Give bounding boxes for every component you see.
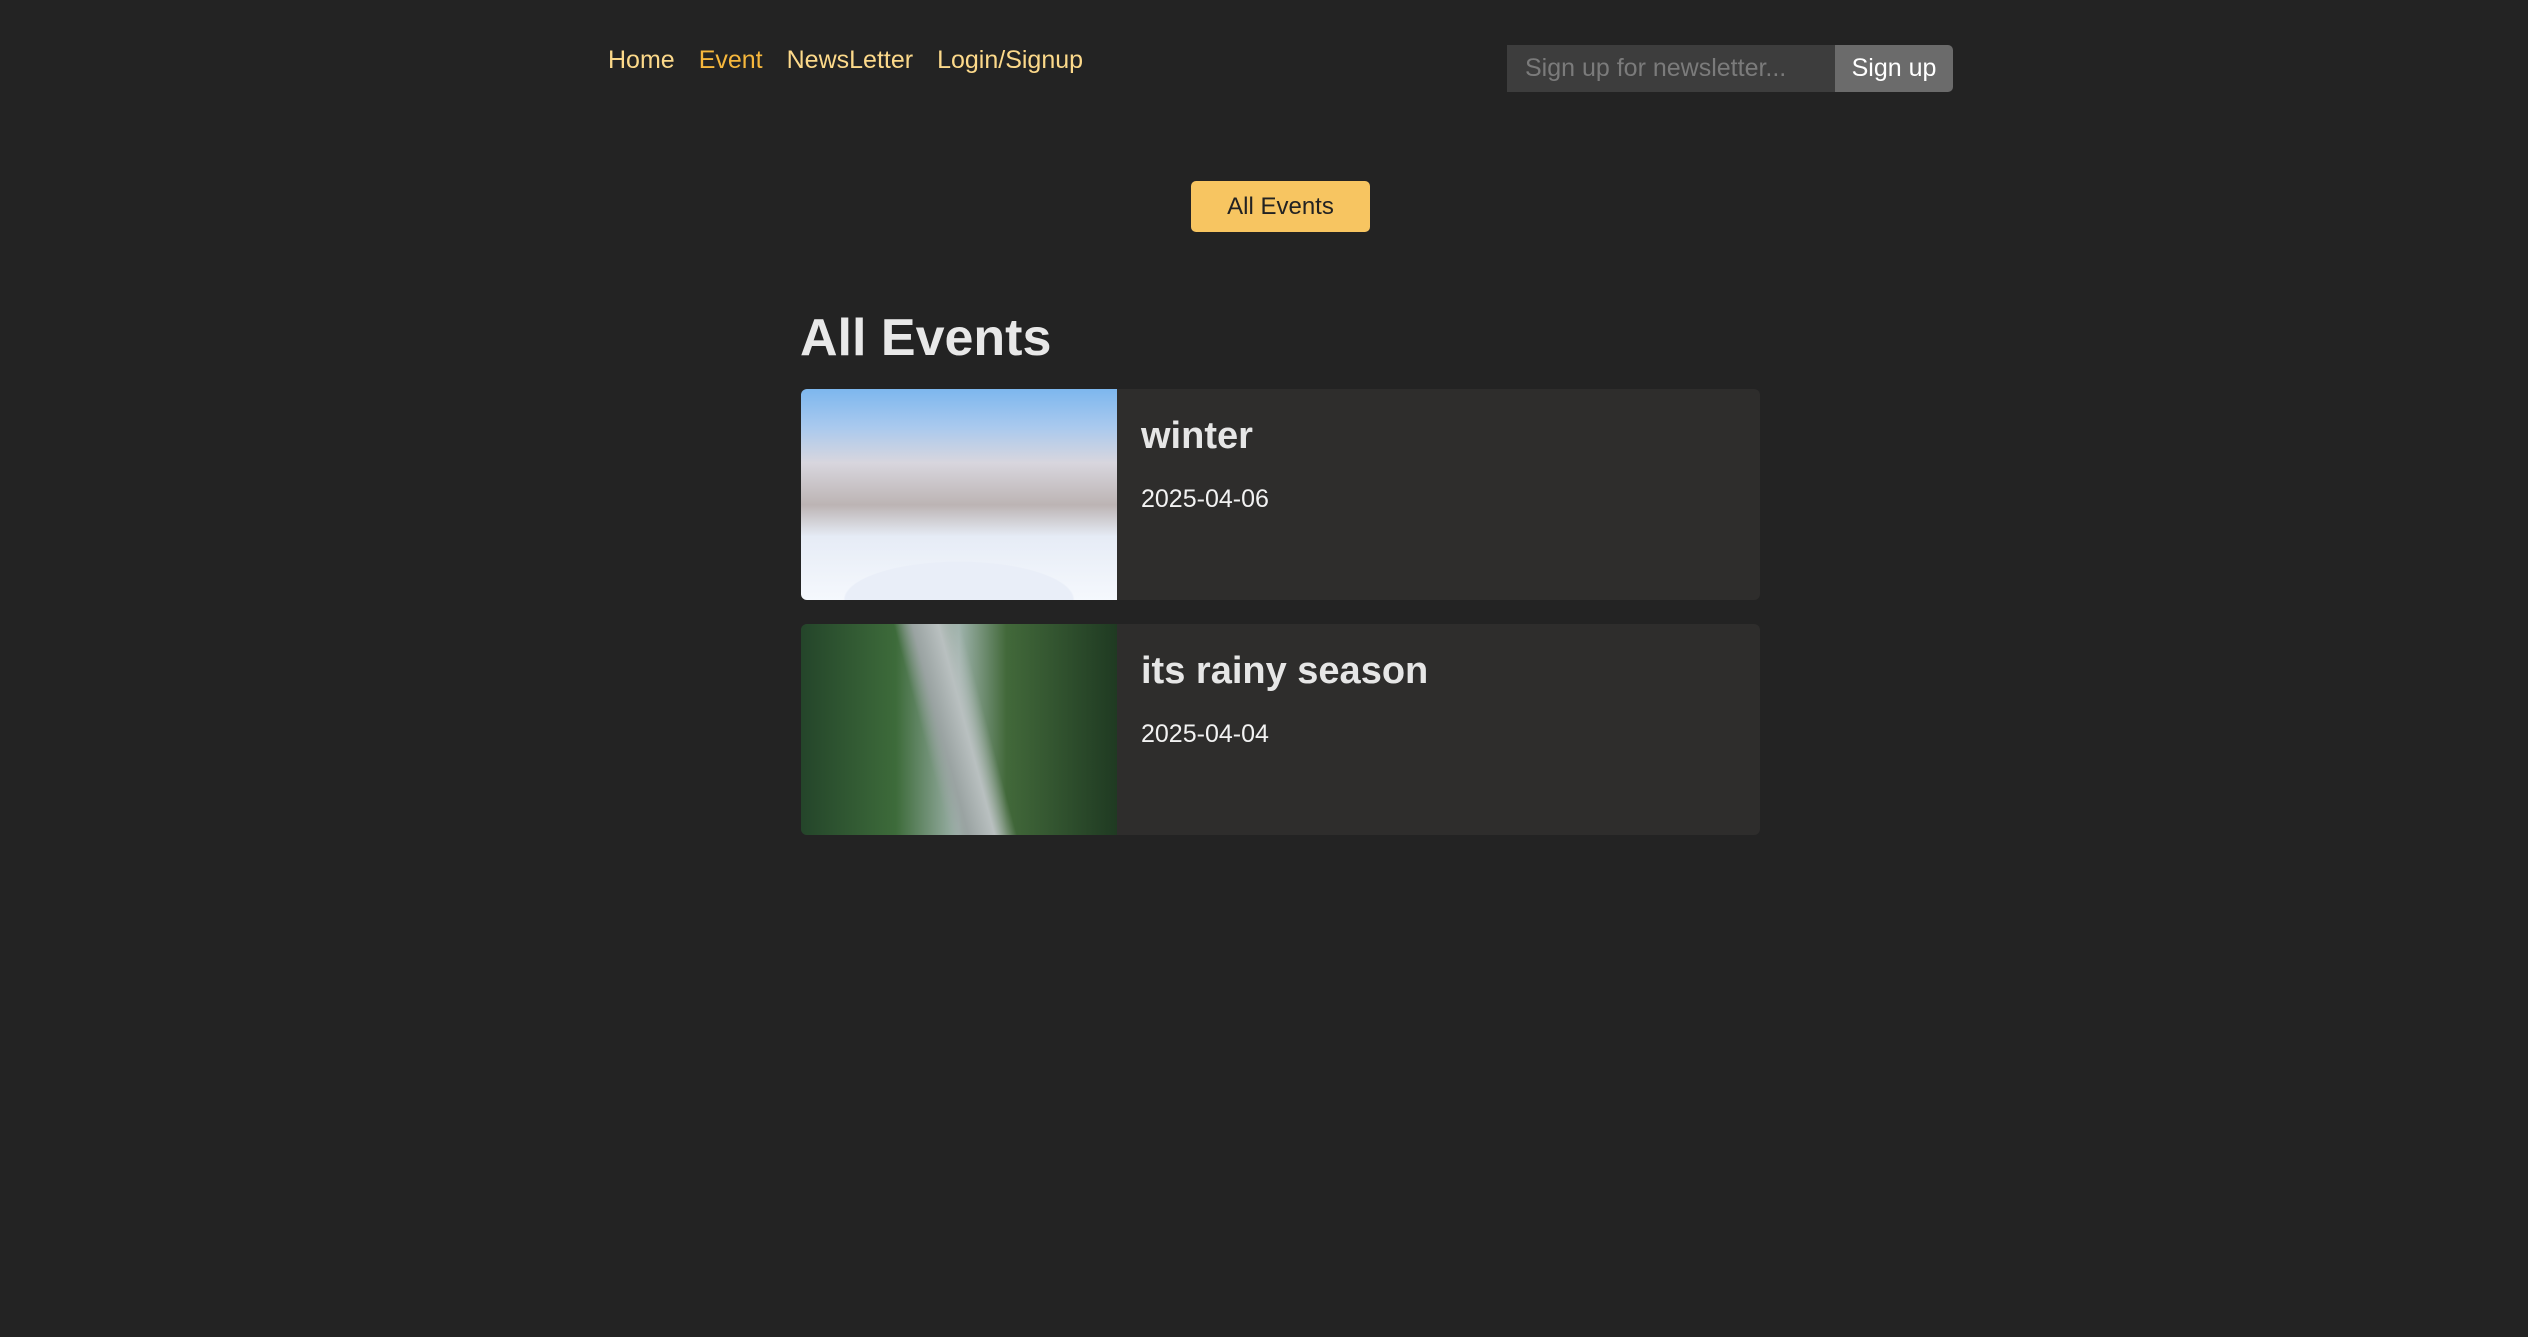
event-title: its rainy season <box>1141 650 1429 692</box>
nav-event[interactable]: Event <box>699 46 763 75</box>
event-card[interactable]: its rainy season 2025-04-04 <box>801 624 1760 835</box>
nav-home[interactable]: Home <box>608 46 675 75</box>
page-title: All Events <box>800 309 1052 367</box>
event-card[interactable]: winter 2025-04-06 <box>801 389 1760 600</box>
main-nav: Home Event NewsLetter Login/Signup <box>608 46 1083 75</box>
nav-login-signup[interactable]: Login/Signup <box>937 46 1083 75</box>
event-image <box>801 624 1117 835</box>
event-title: winter <box>1141 415 1253 457</box>
event-date: 2025-04-06 <box>1141 485 1269 513</box>
newsletter-form: Sign up <box>1507 45 1953 92</box>
nav-newsletter[interactable]: NewsLetter <box>787 46 913 75</box>
all-events-filter-button[interactable]: All Events <box>1191 181 1370 232</box>
event-date: 2025-04-04 <box>1141 720 1269 748</box>
newsletter-email-input[interactable] <box>1507 45 1835 92</box>
event-image <box>801 389 1117 600</box>
signup-button[interactable]: Sign up <box>1835 45 1953 92</box>
